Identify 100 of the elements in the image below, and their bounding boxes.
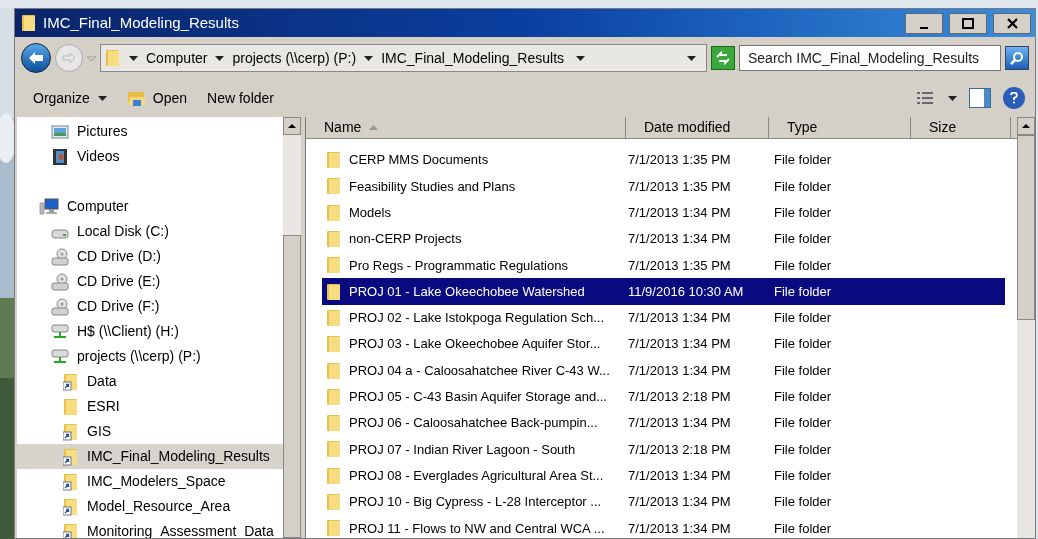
date-cell-text: 7/1/2013 1:34 PM [627, 309, 732, 328]
file-name: PROJ 08 - Everglades Agricultural Area St... [349, 466, 604, 485]
folder-shortcut-icon [63, 497, 79, 516]
file-row[interactable]: PROJ 10 - Big Cypress - L-28 Interceptor ... 7/1/2013 1:34 PM File folder [322, 488, 1005, 516]
file-name: PROJ 01 - Lake Okeechobee Watershed [349, 282, 585, 301]
column-header[interactable]: Size [911, 117, 1011, 138]
file-row[interactable]: CERP MMS Documents 7/1/2013 1:35 PM File folder [322, 147, 1005, 174]
search-field[interactable]: Search IMC_Final_Modeling_Results [739, 45, 1001, 71]
network-drive-icon [51, 322, 69, 341]
file-name: PROJ 10 - Big Cypress - L-28 Interceptor ... [349, 493, 602, 512]
folder-icon [126, 89, 147, 107]
folder-shortcut-icon [63, 372, 79, 391]
column-header[interactable]: Type [769, 117, 911, 138]
caret-icon [687, 55, 696, 61]
folder-shortcut-icon [63, 472, 79, 491]
file-row[interactable]: Models 7/1/2013 1:34 PM File folder [322, 199, 1005, 226]
folder-shortcut-icon [63, 447, 79, 466]
nav-item[interactable]: IMC_Modelers_Space [17, 469, 283, 494]
date-cell-text: 7/1/2013 1:34 PM [627, 519, 732, 538]
breadcrumb-link[interactable]: IMC_Final_Modeling_Results [381, 47, 565, 69]
file-name: PROJ 06 - Caloosahatchee Back-pumpin... [349, 414, 598, 433]
nav-item[interactable]: Model_Resource_Area [17, 494, 283, 519]
folder-icon [326, 387, 342, 406]
column-header[interactable]: Date modified [626, 117, 769, 138]
file-name: PROJ 02 - Lake Istokpoga Regulation Sch... [349, 309, 605, 328]
file-row[interactable]: PROJ 11 - Flows to NW and Central WCA ... 7/1/2013 1:34 PM File folder [322, 515, 1005, 538]
date-cell-text: 7/1/2013 1:34 PM [627, 361, 732, 380]
file-name: Pro Regs - Programmatic Regulations [349, 256, 568, 275]
nav-item[interactable]: Pictures [17, 119, 283, 144]
file-row[interactable]: PROJ 08 - Everglades Agricultural Area St... 7/1/2013 1:34 PM File folder [322, 462, 1005, 489]
file-row[interactable]: non-CERP Projects 7/1/2013 1:34 PM File folder [322, 225, 1005, 253]
folder-icon [326, 519, 342, 538]
organize-menu-button[interactable]: Organize [25, 84, 115, 112]
nav-item[interactable]: Videos [17, 144, 283, 169]
forward-arrow-icon [62, 52, 76, 64]
refresh-button[interactable] [711, 46, 735, 70]
folder-icon [105, 49, 121, 67]
folder-icon [326, 361, 342, 380]
address-bar[interactable]: Computer projects (\\cerp) (P:) IMC_Final_Modeling_Results [100, 44, 707, 72]
help-icon [1010, 92, 1018, 104]
back-arrow-icon [28, 51, 44, 65]
date-cell-text: 7/1/2013 1:34 PM [627, 204, 732, 222]
caret-icon [215, 55, 225, 61]
nav-item[interactable]: projects (\\cerp) (P:) [17, 344, 283, 369]
search-button[interactable] [1005, 46, 1029, 70]
folder-icon [326, 466, 342, 485]
minimize-button[interactable] [905, 12, 943, 34]
file-row[interactable]: PROJ 05 - C-43 Basin Aquifer Storage and... 7/1/2013 2:18 PM File folder [322, 383, 1005, 410]
folder-icon [326, 177, 342, 196]
maximize-button[interactable] [949, 12, 987, 34]
file-row[interactable]: PROJ 07 - Indian River Lagoon - South 7/1/2013 2:18 PM File folder [322, 436, 1005, 463]
preview-pane-button[interactable] [969, 88, 991, 108]
type-cell-text: File folder [773, 493, 833, 512]
close-button[interactable] [993, 12, 1031, 34]
caret-icon [97, 95, 107, 101]
folder-icon [326, 414, 342, 433]
nav-item[interactable]: CD Drive (F:) [17, 294, 283, 319]
nav-item[interactable]: Local Disk (C:) [17, 219, 283, 244]
scroll-up-icon[interactable] [288, 124, 296, 128]
help-button[interactable] [1003, 87, 1025, 109]
folder-icon [326, 230, 342, 249]
scrollbar[interactable] [283, 117, 301, 538]
folder-icon [63, 397, 79, 416]
file-row[interactable]: PROJ 01 - Lake Okeechobee Watershed 11/9/2016 10:30 AM File folder [322, 278, 1005, 305]
file-name: PROJ 11 - Flows to NW and Central WCA ... [349, 519, 605, 538]
folder-icon [326, 203, 342, 222]
nav-item[interactable]: CD Drive (E:) [17, 269, 283, 294]
nav-item[interactable]: H$ (\\Client) (H:) [17, 319, 283, 344]
file-name: PROJ 05 - C-43 Basin Aquifer Storage and... [349, 388, 607, 407]
file-name: Feasibility Studies and Plans [349, 177, 516, 196]
new-folder-button[interactable]: New folder [199, 84, 282, 112]
nav-item[interactable]: Data [17, 369, 283, 394]
back-button[interactable] [21, 43, 51, 73]
scroll-up-icon[interactable] [1022, 124, 1030, 128]
file-row[interactable]: PROJ 02 - Lake Istokpoga Regulation Sch... 7/1/2013 1:34 PM File folder [322, 304, 1005, 332]
details-view-icon [916, 91, 934, 105]
nav-item[interactable]: Computer [17, 194, 283, 219]
file-name: CERP MMS Documents [349, 151, 489, 170]
date-cell-text: 7/1/2013 1:34 PM [627, 493, 732, 512]
breadcrumb-link[interactable]: Computer [146, 47, 208, 69]
film-icon [51, 147, 69, 166]
scrollbar[interactable] [1017, 117, 1035, 538]
file-row[interactable]: PROJ 03 - Lake Okeechobee Aquifer Stor... 7/1/2013 1:34 PM File folder [322, 331, 1005, 358]
folder-icon [326, 282, 342, 301]
file-row[interactable]: PROJ 04 a - Caloosahatchee River C-43 W... 7/1/2013 1:34 PM File folder [322, 357, 1005, 384]
open-button[interactable]: Open [122, 84, 192, 112]
window-title: IMC_Final_Modeling_Results [43, 12, 240, 33]
nav-item[interactable]: GIS [17, 419, 283, 444]
type-cell-text: File folder [773, 177, 833, 196]
file-row[interactable]: Feasibility Studies and Plans 7/1/2013 1:35 PM File folder [322, 173, 1005, 200]
nav-item[interactable]: CD Drive (D:) [17, 244, 283, 269]
file-row[interactable]: PROJ 06 - Caloosahatchee Back-pumpin... 7/1/2013 1:34 PM File folder [322, 409, 1005, 437]
file-row[interactable]: Pro Regs - Programmatic Regulations 7/1/2013 1:35 PM File folder [322, 252, 1005, 279]
nav-item[interactable]: IMC_Final_Modeling_Results [17, 444, 283, 469]
sort-arrow-icon [369, 125, 379, 130]
folder-icon [326, 256, 342, 275]
breadcrumb-link[interactable]: projects (\\cerp) (P:) [232, 47, 357, 69]
date-cell-text: 7/1/2013 2:18 PM [627, 440, 732, 459]
column-header[interactable]: Name [306, 117, 626, 138]
nav-item[interactable]: ESRI [17, 394, 283, 419]
